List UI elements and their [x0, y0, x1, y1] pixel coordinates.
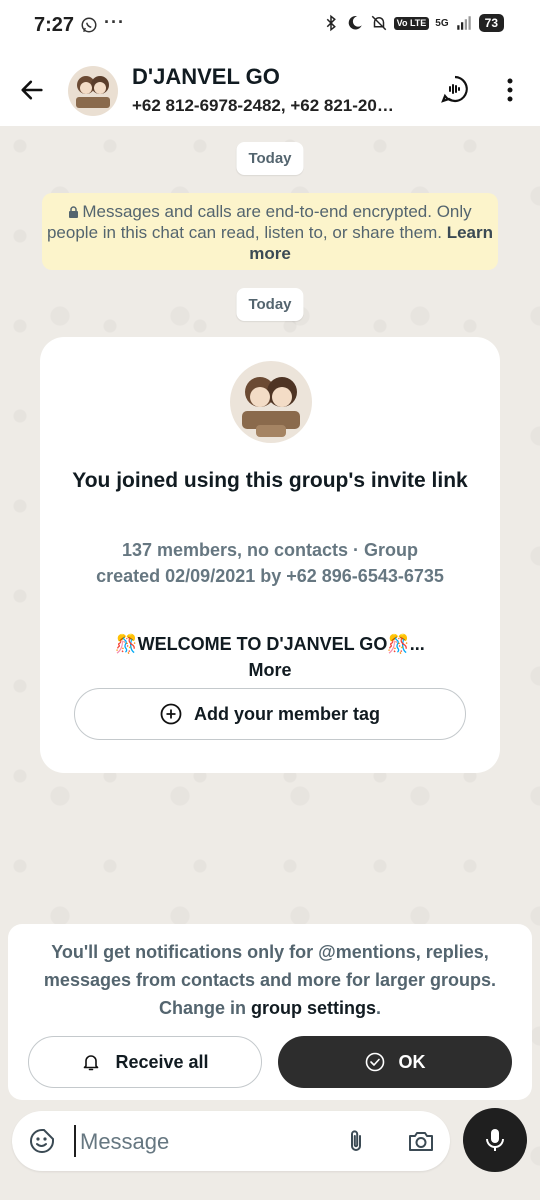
moon-icon: [348, 16, 362, 30]
camera-icon[interactable]: [406, 1127, 436, 1155]
message-input[interactable]: [78, 1121, 332, 1163]
group-avatar-large[interactable]: [230, 361, 312, 443]
check-circle-icon: [365, 1052, 384, 1072]
group-settings-link[interactable]: group settings: [251, 998, 376, 1018]
mic-icon: [486, 1129, 504, 1151]
encryption-notice-text: Messages and calls are end-to-end encryp…: [46, 202, 472, 242]
receive-all-button[interactable]: Receive all: [28, 1036, 262, 1088]
chat-participants[interactable]: +62 812-6978-2482, +62 821-20…: [132, 96, 422, 116]
add-member-tag-button[interactable]: Add your member tag: [74, 688, 466, 740]
status-bar: 7:27 ··· Vo LTE 5G 73: [0, 0, 540, 52]
mic-button[interactable]: [463, 1108, 527, 1172]
group-meta: 137 members, no contacts · Group created…: [96, 540, 444, 586]
signal-icon: [456, 16, 471, 30]
bluetooth-icon: [326, 14, 336, 32]
back-arrow-icon[interactable]: [18, 76, 46, 104]
status-time: 7:27: [34, 14, 75, 36]
group-avatar[interactable]: [68, 66, 118, 116]
status-right-icons: Vo LTE 5G 73: [322, 14, 504, 32]
voice-chat-icon[interactable]: [440, 74, 470, 104]
receive-all-label: Receive all: [115, 1051, 209, 1072]
notification-info: You'll get notifications only for @menti…: [24, 938, 516, 1022]
date-divider: Today: [236, 288, 304, 321]
sticker-icon[interactable]: [28, 1127, 56, 1155]
mute-icon: [371, 15, 386, 31]
chat-header: D'JANVEL GO +62 812-6978-2482, +62 821-2…: [0, 52, 540, 126]
network-type: 5G: [435, 17, 449, 29]
group-join-title: You joined using this group's invite lin…: [72, 469, 468, 492]
group-avatar-image: [68, 66, 118, 116]
plus-circle-icon: [160, 703, 182, 725]
lock-icon: [69, 206, 79, 218]
group-avatar-large-image: [230, 361, 312, 443]
text-cursor: [74, 1125, 76, 1157]
volte-badge: Vo LTE: [393, 16, 430, 30]
group-description-text: 🎊WELCOME TO D'JANVEL GO🎊...: [115, 634, 425, 654]
more-vert-icon[interactable]: [500, 76, 520, 104]
group-info-card: You joined using this group's invite lin…: [40, 337, 500, 773]
add-member-tag-label: Add your member tag: [193, 703, 381, 724]
status-more-indicator: ···: [104, 12, 125, 32]
battery-level: 73: [478, 14, 504, 32]
bell-icon: [84, 1055, 99, 1071]
notification-settings-sheet: You'll get notifications only for @menti…: [8, 924, 532, 1100]
chat-title[interactable]: D'JANVEL GO: [132, 64, 280, 90]
paperclip-icon[interactable]: [342, 1127, 370, 1155]
description-more-link[interactable]: More: [70, 657, 470, 683]
message-composer: [12, 1111, 450, 1171]
group-description: 🎊WELCOME TO D'JANVEL GO🎊... More: [70, 631, 470, 683]
ok-button[interactable]: OK: [278, 1036, 512, 1088]
encryption-notice[interactable]: Messages and calls are end-to-end encryp…: [42, 193, 498, 270]
notification-info-suffix: .: [376, 998, 382, 1018]
whatsapp-icon: [81, 17, 97, 33]
ok-label: OK: [398, 1051, 426, 1072]
date-divider: Today: [236, 142, 304, 175]
